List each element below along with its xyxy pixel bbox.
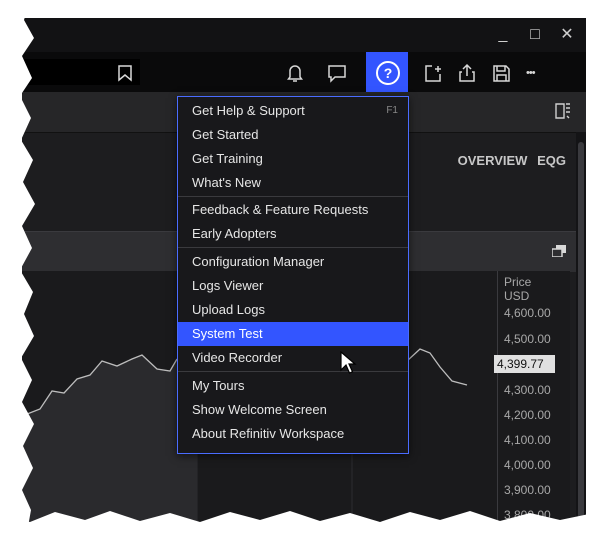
- menu-item-label: Feedback & Feature Requests: [192, 202, 369, 217]
- menu-item-system-test[interactable]: System Test: [178, 322, 408, 346]
- title-bar: _ □ ✕: [22, 18, 586, 52]
- tick-label: 4,500.00: [504, 332, 551, 346]
- tick-label: 4,300.00: [504, 383, 551, 397]
- menu-item-label: Show Welcome Screen: [192, 402, 327, 417]
- menu-item-label: Video Recorder: [192, 350, 283, 365]
- torn-edge-bottom: [0, 511, 589, 538]
- help-button[interactable]: ?: [366, 52, 408, 92]
- menu-item-logs-viewer[interactable]: Logs Viewer: [178, 274, 408, 298]
- menu-item-label: About Refinitiv Workspace: [192, 426, 345, 441]
- menu-item-upload-logs[interactable]: Upload Logs: [178, 298, 408, 322]
- new-window-icon[interactable]: [420, 60, 446, 86]
- chat-icon[interactable]: [324, 60, 350, 86]
- menu-item-early-adopters[interactable]: Early Adopters: [178, 222, 408, 246]
- layout-icon[interactable]: [554, 102, 572, 125]
- menu-item-label: Get Help & Support: [192, 103, 305, 118]
- menu-item-label: Early Adopters: [192, 226, 277, 241]
- save-icon[interactable]: [488, 60, 514, 86]
- menu-item-label: Configuration Manager: [192, 254, 325, 269]
- menu-item-label: System Test: [192, 326, 263, 341]
- menu-item-get-help-support[interactable]: Get Help & Support F1: [178, 99, 408, 123]
- tick-label: 4,100.00: [504, 433, 551, 447]
- refinitiv-workspace-window: _ □ ✕ ? ••• OVERVIEW EQG Price USD 4,600…: [22, 18, 586, 530]
- scrollbar-thumb[interactable]: [578, 142, 584, 530]
- menu-item-label: My Tours: [192, 378, 245, 393]
- menu-item-label: Get Started: [192, 127, 259, 142]
- menu-item-configuration-manager[interactable]: Configuration Manager: [178, 250, 408, 274]
- tick-label: 4,600.00: [504, 306, 551, 320]
- help-menu: Get Help & Support F1 Get Started Get Tr…: [177, 96, 409, 454]
- minimize-button[interactable]: _: [492, 24, 514, 46]
- axis-unit: USD: [504, 289, 530, 303]
- mouse-cursor-icon: [340, 351, 357, 374]
- vertical-scrollbar[interactable]: [576, 132, 586, 530]
- main-toolbar: ? •••: [22, 52, 586, 92]
- menu-item-label: What's New: [192, 175, 261, 190]
- maximize-button[interactable]: □: [524, 24, 546, 46]
- tick-label: 4,200.00: [504, 408, 551, 422]
- bell-icon[interactable]: [282, 60, 308, 86]
- shortcut-label: F1: [386, 105, 398, 116]
- price-axis: Price USD 4,600.00 4,500.00 4,300.00 4,2…: [497, 271, 570, 530]
- menu-item-my-tours[interactable]: My Tours: [178, 374, 408, 398]
- menu-separator: [178, 196, 408, 197]
- menu-item-show-welcome-screen[interactable]: Show Welcome Screen: [178, 398, 408, 422]
- close-button[interactable]: ✕: [556, 24, 578, 46]
- menu-item-label: Upload Logs: [192, 302, 265, 317]
- menu-item-get-started[interactable]: Get Started: [178, 123, 408, 147]
- share-icon[interactable]: [454, 60, 480, 86]
- menu-item-about[interactable]: About Refinitiv Workspace: [178, 422, 408, 446]
- menu-item-video-recorder[interactable]: Video Recorder: [178, 346, 408, 370]
- price-line-right: [406, 348, 468, 386]
- menu-item-label: Logs Viewer: [192, 278, 264, 293]
- menu-separator: [178, 371, 408, 372]
- menu-item-get-training[interactable]: Get Training: [178, 147, 408, 171]
- popout-icon[interactable]: [551, 244, 566, 262]
- menu-item-whats-new[interactable]: What's New: [178, 171, 408, 195]
- torn-edge-left: [0, 0, 35, 538]
- last-price-tag: 4,399.77: [494, 355, 555, 373]
- axis-title: Price: [504, 275, 532, 289]
- price-area: [22, 355, 197, 530]
- menu-item-feedback[interactable]: Feedback & Feature Requests: [178, 198, 408, 222]
- tick-label: 3,900.00: [504, 483, 551, 497]
- tab-overview[interactable]: OVERVIEW: [458, 153, 528, 168]
- menu-item-label: Get Training: [192, 151, 263, 166]
- more-icon[interactable]: •••: [526, 60, 552, 86]
- tick-label: 4,000.00: [504, 458, 551, 472]
- bookmark-icon[interactable]: [112, 60, 138, 86]
- menu-separator: [178, 247, 408, 248]
- tab-eqg[interactable]: EQG: [537, 153, 566, 168]
- help-icon: ?: [376, 61, 400, 85]
- tab-bar: OVERVIEW EQG: [452, 153, 566, 168]
